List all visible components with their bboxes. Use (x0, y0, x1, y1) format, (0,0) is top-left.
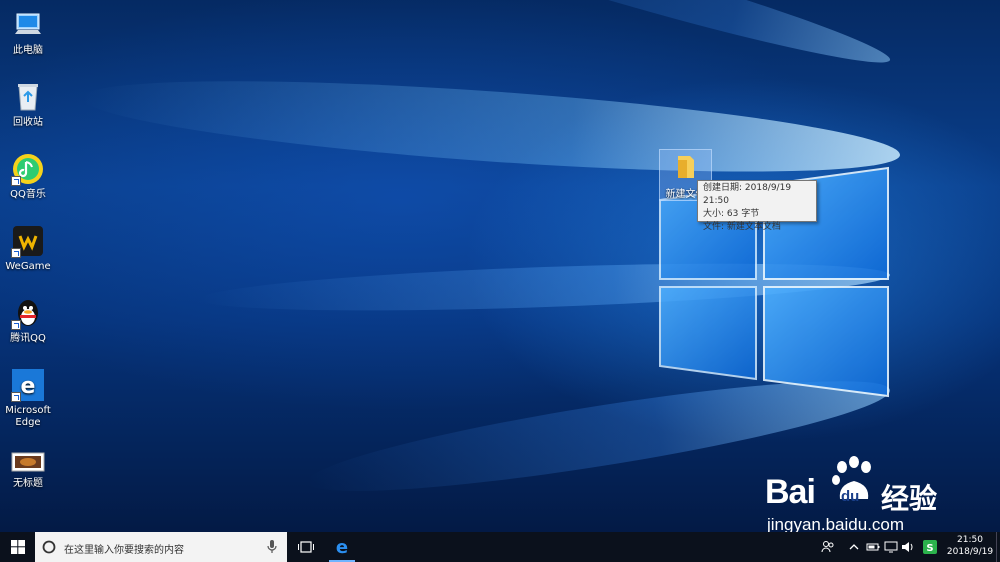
clock-time: 21:50 (957, 535, 983, 545)
desktop-icon-recycle-bin[interactable]: 回收站 (2, 80, 54, 129)
show-desktop-button[interactable] (996, 532, 1000, 562)
file-info-tooltip: 创建日期: 2018/9/19 21:50 大小: 63 字节 文件: 新建文本… (697, 180, 817, 232)
this-pc-icon (11, 8, 45, 42)
taskbar-search-box[interactable]: 在这里输入你要搜索的内容 (35, 532, 287, 562)
baidu-jingyan-watermark: Bai du 经验 jingyan.baidu.com (765, 455, 965, 535)
desktop-icon-qq[interactable]: 腾讯QQ (2, 296, 54, 345)
desktop-icon-label: WeGame (5, 261, 51, 272)
desktop-icon-label: QQ音乐 (10, 189, 46, 200)
task-view-icon (298, 541, 314, 553)
taskbar: 在这里输入你要搜索的内容 e S 21:50 2018/9/19 (0, 532, 1000, 562)
desktop-icon-label: 无标题 (13, 478, 43, 489)
desktop-icon-qq-music[interactable]: QQ音乐 (2, 152, 54, 201)
folder-icon (677, 156, 694, 178)
task-view-button[interactable] (292, 532, 320, 562)
desktop-icon-wegame[interactable]: WeGame (2, 224, 54, 273)
svg-text:e: e (21, 374, 36, 399)
image-file-icon (11, 452, 45, 472)
svg-text:e: e (336, 538, 348, 556)
people-icon[interactable] (821, 540, 835, 554)
desktop-icon-untitled-image[interactable]: 无标题 (2, 452, 54, 490)
tooltip-created-date: 创建日期: 2018/9/19 21:50 (703, 183, 792, 206)
logo-pane-bottom-left (659, 286, 757, 381)
qq-penguin-icon (11, 296, 45, 330)
tray-overflow-chevron-icon[interactable] (849, 543, 859, 551)
search-placeholder: 在这里输入你要搜索的内容 (64, 545, 184, 556)
desktop-icon-label: 回收站 (13, 117, 43, 128)
watermark-brand: Bai (765, 473, 816, 511)
network-icon[interactable] (884, 541, 898, 553)
desktop-icon-edge[interactable]: e Microsoft Edge (2, 368, 54, 429)
logo-pane-bottom-right (763, 286, 889, 398)
desktop-icon-label: Microsoft Edge (5, 405, 51, 428)
taskbar-edge-button[interactable]: e (327, 532, 357, 562)
edge-icon: e (11, 368, 45, 402)
tooltip-file-type: 文件: 新建文本文档 (703, 222, 781, 232)
desktop-wallpaper (0, 0, 1000, 532)
clock-date: 2018/9/19 (946, 547, 994, 557)
cortana-circle-icon (42, 540, 56, 554)
wegame-icon (11, 224, 45, 258)
qq-music-icon (11, 152, 45, 186)
edge-icon: e (336, 538, 348, 556)
microphone-icon[interactable] (267, 540, 277, 554)
desktop-icon-label: 此电脑 (13, 45, 43, 56)
shortcut-arrow-icon (11, 392, 21, 402)
desktop-icon-label: 腾讯QQ (10, 333, 46, 344)
tooltip-file-size: 大小: 63 字节 (703, 209, 760, 219)
recycle-bin-icon (11, 80, 45, 114)
shortcut-arrow-icon (11, 248, 21, 258)
desktop-icon-this-pc[interactable]: 此电脑 (2, 8, 54, 57)
battery-icon[interactable] (866, 542, 880, 552)
volume-icon[interactable] (901, 541, 915, 553)
shortcut-arrow-icon (11, 320, 21, 330)
svg-text:S: S (926, 543, 933, 554)
watermark-du: du (841, 488, 860, 505)
shortcut-arrow-icon (11, 176, 21, 186)
windows-start-icon (11, 540, 25, 554)
input-method-icon[interactable]: S (923, 540, 937, 554)
clock[interactable]: 21:50 2018/9/19 (945, 534, 995, 558)
windows-logo-glow (659, 166, 889, 398)
watermark-jingyan: 经验 (881, 482, 938, 515)
start-button[interactable] (0, 532, 35, 562)
